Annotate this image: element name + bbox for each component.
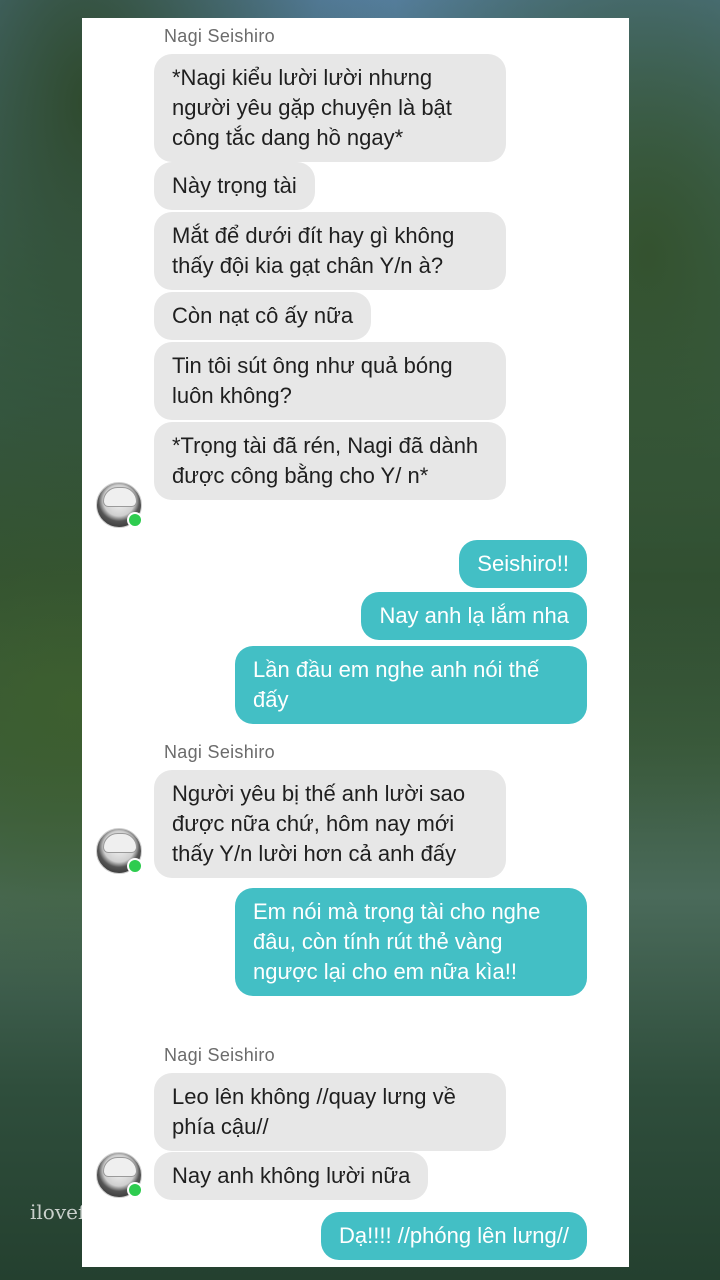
avatar-hair (103, 487, 137, 507)
sender-name: Nagi Seishiro (164, 26, 275, 46)
incoming-message[interactable]: Nay anh không lười nữa (154, 1152, 429, 1200)
outgoing-message[interactable]: Dạ!!!! //phóng lên lưng// (321, 1212, 587, 1260)
outgoing-message[interactable]: Em nói mà trọng tài cho nghe đâu, còn tí… (235, 888, 587, 996)
online-status-dot (127, 512, 143, 528)
contact-avatar[interactable] (96, 828, 143, 874)
outgoing-message[interactable]: Seishiro!! (459, 540, 587, 588)
incoming-message[interactable]: Mắt để dưới đít hay gì không thấy đội ki… (154, 212, 506, 290)
incoming-message[interactable]: *Nagi kiểu lười lười nhưng người yêu gặp… (154, 54, 506, 162)
outgoing-message[interactable]: Lần đầu em nghe anh nói thế đấy (235, 646, 587, 724)
sender-name: Nagi Seishiro (164, 742, 275, 762)
sender-name: Nagi Seishiro (164, 1045, 275, 1065)
outgoing-message[interactable]: Nay anh lạ lắm nha (361, 592, 587, 640)
contact-avatar[interactable] (96, 482, 143, 528)
incoming-message[interactable]: Leo lên không //quay lưng về phía cậu// (154, 1073, 506, 1151)
incoming-message[interactable]: Người yêu bị thế anh lười sao được nữa c… (154, 770, 506, 878)
incoming-message[interactable]: *Trọng tài đã rén, Nagi đã dành được côn… (154, 422, 506, 500)
incoming-message[interactable]: Tin tôi sút ông như quả bóng luôn không? (154, 342, 506, 420)
avatar-hair (103, 1157, 137, 1177)
incoming-message[interactable]: Này trọng tài (154, 162, 315, 210)
avatar-hair (103, 833, 137, 853)
incoming-message[interactable]: Còn nạt cô ấy nữa (154, 292, 372, 340)
chat-panel[interactable]: Nagi Seishiro *Nagi kiểu lười lười nhưng… (82, 18, 629, 1267)
background-watermark: ilovef (30, 1200, 86, 1224)
online-status-dot (127, 1182, 143, 1198)
contact-avatar[interactable] (96, 1152, 143, 1198)
online-status-dot (127, 858, 143, 874)
